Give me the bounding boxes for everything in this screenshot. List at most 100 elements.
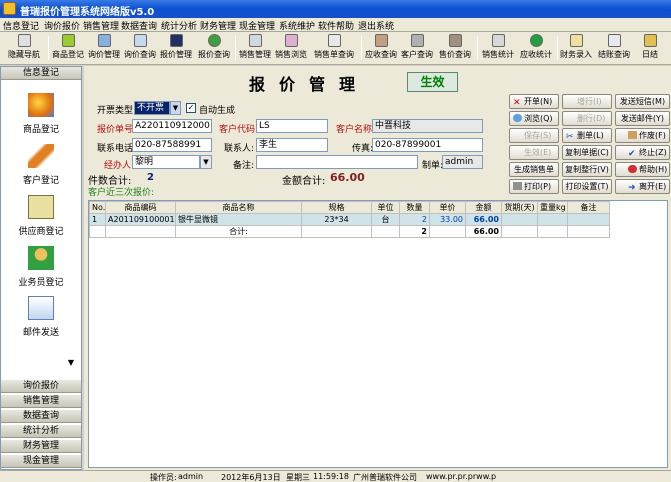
table-row[interactable]: 1 A201109100001 银牛显微镜 23*34 台 2 33.00 66…: [89, 213, 610, 226]
dropdown-arrow-icon[interactable]: ▼: [200, 155, 212, 169]
toolbar-quote-query[interactable]: 报价查询: [195, 33, 233, 63]
cell-name[interactable]: 银牛显微镜: [175, 213, 302, 226]
cell-code[interactable]: A201109100001: [105, 213, 176, 226]
cell-unit[interactable]: 台: [371, 213, 400, 226]
toolbar-hide-nav[interactable]: 隐藏导航: [2, 33, 46, 63]
col-qty[interactable]: 数量: [399, 201, 430, 214]
nav-scroll-down-icon[interactable]: ▼: [65, 358, 77, 370]
col-name[interactable]: 商品名称: [175, 201, 302, 214]
gen-sales-button[interactable]: 生成销售单: [509, 162, 559, 177]
effect-button[interactable]: 生效(E): [509, 145, 559, 160]
recent-quotes-label[interactable]: 客户近三次报价:: [88, 185, 154, 198]
nav-group-stats[interactable]: 统计分析: [1, 425, 81, 438]
browse-button[interactable]: 浏览(Q): [509, 111, 559, 126]
menu-cash[interactable]: 现金管理: [239, 19, 275, 32]
toolbar-sales-browse[interactable]: 销售浏览: [274, 33, 308, 63]
col-unit[interactable]: 单位: [371, 201, 400, 214]
new-button[interactable]: ✕ 开单(N): [509, 94, 559, 109]
nav-group-query[interactable]: 数据查询: [1, 410, 81, 423]
void-button[interactable]: 作废(F): [615, 128, 670, 143]
cell-weight[interactable]: [537, 213, 568, 226]
cell-price[interactable]: 33.00: [429, 213, 466, 226]
fax-field[interactable]: 020-87899001: [372, 138, 483, 152]
nav-item-product[interactable]: 商品登记: [1, 93, 81, 135]
menu-exit[interactable]: 退出系统: [358, 19, 394, 32]
toolbar-inquiry-query[interactable]: 询价查询: [123, 33, 157, 63]
col-spec[interactable]: 规格: [301, 201, 372, 214]
col-code[interactable]: 商品编码: [105, 201, 176, 214]
col-price[interactable]: 单价: [429, 201, 466, 214]
toolbar-price-query[interactable]: 售价查询: [436, 33, 474, 63]
nav-group-finance[interactable]: 财务管理: [1, 440, 81, 453]
exit-icon: ➜: [628, 183, 636, 193]
print-setup-button[interactable]: 打印设置(T): [562, 179, 612, 194]
cell-leadtime[interactable]: [501, 213, 538, 226]
send-email-button[interactable]: 发送邮件(Y): [615, 111, 670, 126]
toolbar-finance-entry[interactable]: 财务录入: [559, 33, 593, 63]
nav-item-supplier[interactable]: 供应商登记: [1, 195, 81, 237]
toolbar-customer-query[interactable]: 客户查询: [400, 33, 434, 63]
dropdown-arrow-icon[interactable]: ▼: [170, 101, 181, 115]
delete-button[interactable]: ✂ 删单(L): [562, 128, 612, 143]
col-remark[interactable]: 备注: [567, 201, 610, 214]
menu-system[interactable]: 系统维护: [279, 19, 315, 32]
print-button[interactable]: 打印(P): [509, 179, 559, 194]
toolbar-product-reg[interactable]: 商品登记: [51, 33, 85, 63]
phone-field[interactable]: 020-87588991: [132, 138, 212, 152]
col-amount[interactable]: 金额: [465, 201, 502, 214]
customer-code-label: 客户代码:: [219, 125, 259, 135]
menu-query[interactable]: 数据查询: [121, 19, 157, 32]
copy-doc-button[interactable]: 复制单据(C): [562, 145, 612, 160]
money-icon: [529, 34, 543, 47]
menu-sales[interactable]: 销售管理: [83, 19, 119, 32]
nav-group-sales[interactable]: 销售管理: [1, 395, 81, 408]
toolbar-sales-stats[interactable]: 销售统计: [480, 33, 516, 63]
copy-row-button[interactable]: 复制整行(V): [562, 162, 612, 177]
contact-field[interactable]: 李生: [256, 138, 328, 152]
cell-spec[interactable]: 23*34: [301, 213, 372, 226]
toolbar-sales-query[interactable]: 销售单查询: [310, 33, 358, 63]
stop-button[interactable]: ✔ 终止(Z): [615, 145, 670, 160]
customer-name-field[interactable]: 中晋科技: [372, 119, 483, 133]
toolbar-settlement-query[interactable]: 结账查询: [595, 33, 633, 63]
cell-amount[interactable]: 66.00: [465, 213, 502, 226]
help-button[interactable]: 帮助(H): [615, 162, 670, 177]
nav-item-salesman[interactable]: 业务员登记: [1, 246, 81, 288]
menu-stats[interactable]: 统计分析: [161, 19, 197, 32]
cell-remark[interactable]: [567, 213, 610, 226]
cell-qty[interactable]: 2: [399, 213, 430, 226]
nav-group-inquiry[interactable]: 询价报价: [1, 380, 81, 393]
col-weight[interactable]: 重量kg: [537, 201, 568, 214]
nav-group-cash[interactable]: 现金管理: [1, 455, 81, 468]
toolbar-receivable-query[interactable]: 应收查询: [364, 33, 398, 63]
quote-no-field[interactable]: A2201109120001: [132, 119, 212, 133]
toolbar-daily-close[interactable]: 日结: [635, 33, 665, 63]
nav-header[interactable]: 信息登记: [1, 67, 81, 80]
menu-help[interactable]: 软件帮助: [318, 19, 354, 32]
cell-no[interactable]: 1: [89, 213, 106, 226]
customer-code-field[interactable]: LS: [256, 119, 328, 133]
save-button[interactable]: 保存(S): [509, 128, 559, 143]
menu-inquiry[interactable]: 询价报价: [44, 19, 80, 32]
toolbar-sales-mgmt[interactable]: 销售管理: [238, 33, 272, 63]
remark-field[interactable]: [256, 155, 418, 169]
toolbar-inquiry-mgmt[interactable]: 询价管理: [87, 33, 121, 63]
menu-finance[interactable]: 财务管理: [200, 19, 236, 32]
auto-generate-checkbox[interactable]: ✓: [186, 103, 196, 113]
items-grid[interactable]: No. 商品编码 商品名称 规格 单位 数量 单价 金额 货期(天) 重量kg …: [88, 200, 668, 468]
toolbar-quote-mgmt[interactable]: 报价管理: [159, 33, 193, 63]
nav-icon: [17, 34, 31, 47]
toolbar-receivable-stats[interactable]: 应收统计: [518, 33, 554, 63]
col-no[interactable]: No.: [89, 201, 106, 214]
handler-select[interactable]: 黎明: [132, 155, 200, 169]
nav-item-email[interactable]: 邮件发送: [1, 296, 81, 338]
exit-button[interactable]: ➜ 离开(E): [615, 179, 670, 194]
menu-info[interactable]: 信息登记: [3, 19, 39, 32]
send-sms-button[interactable]: 发送短信(M): [615, 94, 670, 109]
add-row-button[interactable]: 增行(I): [562, 94, 612, 109]
delete-row-button[interactable]: 删行(D): [562, 111, 612, 126]
col-leadtime[interactable]: 货期(天): [501, 201, 538, 214]
nav-item-customer[interactable]: 客户登记: [1, 144, 81, 186]
invoice-type-label: 开票类型:: [97, 106, 137, 116]
invoice-type-select[interactable]: 不开票: [134, 101, 170, 115]
